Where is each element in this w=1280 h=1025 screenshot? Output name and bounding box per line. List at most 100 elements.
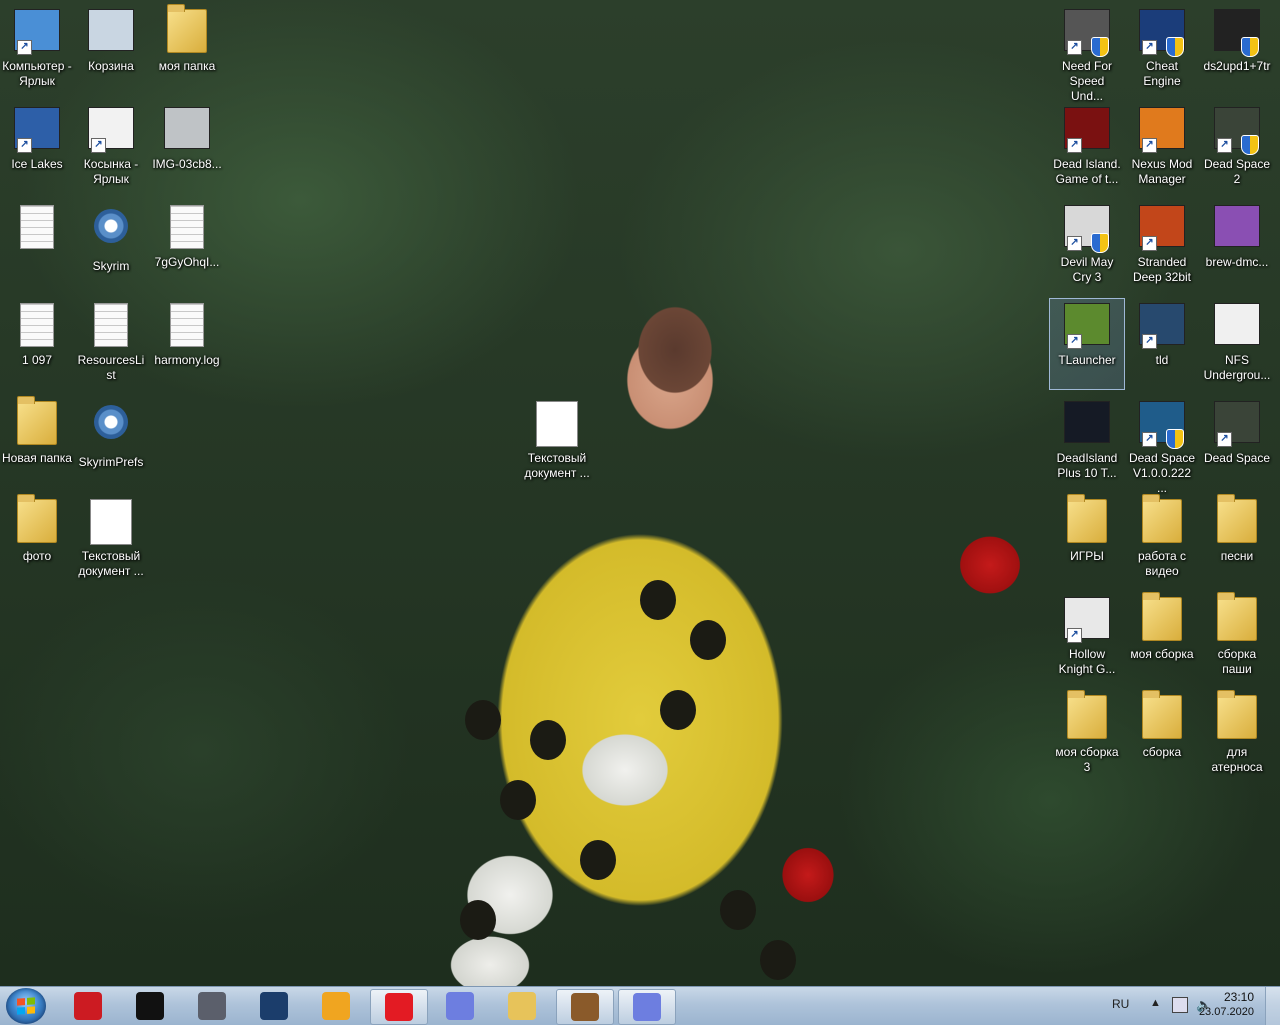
trainer-icon — [1213, 9, 1261, 57]
desktop-icon-tld[interactable]: ↗ tld — [1125, 299, 1199, 389]
desktop-icon-работа-с-видео[interactable]: работа с видео — [1125, 494, 1199, 585]
desktop-icon-need-for-speed-und[interactable]: ↗ Need For Speed Und... — [1050, 5, 1124, 103]
game-icon: ↗ — [13, 107, 61, 155]
desktop-icon-harmony-log[interactable]: harmony.log — [150, 299, 224, 389]
desktop-icon-игры[interactable]: ИГРЫ — [1050, 494, 1124, 585]
system-tray: RU ▲ 🔈 23:10 23.07.2020 — [1100, 987, 1280, 1025]
desktop-icon-deadisland-plus-10-t[interactable]: DeadIsland Plus 10 T... — [1050, 397, 1124, 487]
desktop-icon-сборка-паши[interactable]: сборка паши — [1200, 592, 1274, 683]
desktop-icon-для-атерноса[interactable]: для атерноса — [1200, 690, 1274, 781]
document-icon — [87, 303, 135, 351]
desktop-icon-dead-space-v1-0-0-222[interactable]: ↗ Dead Space V1.0.0.222 ... — [1125, 397, 1199, 495]
desktop-icon-песни[interactable]: песни — [1200, 494, 1274, 585]
shortcut-arrow-icon: ↗ — [1067, 334, 1082, 349]
windows-logo-icon — [17, 997, 35, 1015]
folder-icon — [1213, 592, 1261, 645]
dead-island-trainer-icon — [1063, 401, 1111, 449]
nfs-icon: ↗ — [1063, 9, 1111, 57]
tray-expand-icon[interactable]: ▲ — [1150, 997, 1161, 1009]
taskbar-button-minecraft[interactable] — [556, 989, 614, 1025]
desktop-icon-ds2upd1-7tr[interactable]: ds2upd1+7tr — [1200, 5, 1274, 95]
shortcut-arrow-icon: ↗ — [1067, 138, 1082, 153]
shortcut-arrow-icon: ↗ — [17, 138, 32, 153]
desktop-icon-resourceslist[interactable]: ResourcesList — [74, 299, 148, 389]
network-icon[interactable] — [1172, 997, 1188, 1013]
folder-icon — [1063, 494, 1111, 547]
dead-island-icon: ↗ — [1063, 107, 1111, 155]
desktop-icon-label: Dead Space V1.0.0.222 ... — [1128, 451, 1196, 495]
desktop-icon-label: DeadIsland Plus 10 T... — [1056, 451, 1118, 480]
minecraft-icon: ↗ — [1063, 303, 1111, 351]
desktop-icon-devil-may-cry-3[interactable]: ↗ Devil May Cry 3 — [1050, 201, 1124, 291]
shortcut-arrow-icon: ↗ — [1142, 432, 1157, 447]
show-desktop-button[interactable] — [1265, 987, 1280, 1025]
desktop-icon-компьютер-ярлык[interactable]: ↗ Компьютер - Ярлык — [0, 5, 74, 95]
desktop-icon-label: Текстовый документ ... — [524, 451, 590, 480]
folder-icon — [1138, 690, 1186, 743]
desktop-icon-label: Dead Island. Game of t... — [1053, 157, 1121, 186]
minecraft-icon — [571, 993, 599, 1021]
uac-shield-icon — [1091, 37, 1109, 57]
desktop-icon-ice-lakes[interactable]: ↗ Ice Lakes — [0, 103, 74, 193]
desktop-icon-stranded-deep-32bit[interactable]: ↗ Stranded Deep 32bit — [1125, 201, 1199, 291]
taskbar-button-discord[interactable] — [432, 989, 488, 1023]
desktop-icon-brew-dmc[interactable]: brew-dmc... — [1200, 201, 1274, 291]
clock-date[interactable]: 23.07.2020 — [1199, 1006, 1254, 1018]
desktop-icon-hollow-knight-g[interactable]: ↗ Hollow Knight G... — [1050, 593, 1124, 683]
discord-icon — [633, 993, 661, 1021]
desktop-icon-label: IMG-03cb8... — [152, 157, 222, 171]
taskbar-button-game-app[interactable] — [184, 989, 240, 1023]
desktop-icon-skyrimprefs[interactable]: SkyrimPrefs — [74, 397, 148, 487]
desktop-icon-фото[interactable]: фото — [0, 494, 74, 585]
desktop-icon-моя-сборка-3[interactable]: моя сборка 3 — [1050, 690, 1124, 781]
desktop-icon-7ggyohqi[interactable]: 7gGyOhqI... — [150, 201, 224, 291]
desktop-icon-моя-сборка[interactable]: моя сборка — [1125, 592, 1199, 683]
folder-icon — [13, 494, 61, 547]
desktop-icon-текстовый-документ[interactable]: Текстовый документ ... — [520, 397, 594, 487]
desktop-icon-tlauncher[interactable]: ↗ TLauncher — [1049, 298, 1125, 390]
uac-shield-icon — [1166, 429, 1184, 449]
desktop-icon-dead-space[interactable]: ↗ Dead Space — [1200, 397, 1274, 487]
shortcut-arrow-icon: ↗ — [1067, 628, 1082, 643]
desktop-icon-label: ds2upd1+7tr — [1203, 59, 1271, 73]
taskbar-button-terminal-app[interactable] — [122, 989, 178, 1023]
shortcut-arrow-icon: ↗ — [17, 40, 32, 55]
desktop-icon-dead-space-2[interactable]: ↗ Dead Space 2 — [1200, 103, 1274, 193]
desktop-icon-текстовый-документ[interactable]: Текстовый документ ... — [74, 495, 148, 585]
desktop-icon-1-097[interactable]: 1 097 — [0, 299, 74, 389]
desktop-icon-nfs-undergrou[interactable]: NFS Undergrou... — [1200, 299, 1274, 389]
desktop-icon-корзина[interactable]: Корзина — [74, 5, 148, 95]
document-icon — [163, 303, 211, 351]
desktop-icon-dead-island-game-of-t[interactable]: ↗ Dead Island. Game of t... — [1050, 103, 1124, 193]
taskbar-button-yandex[interactable] — [370, 989, 428, 1025]
desktop-icon-skyrim[interactable]: Skyrim — [74, 201, 148, 291]
start-button[interactable] — [6, 988, 46, 1024]
desktop-icon-моя-папка[interactable]: моя папка — [150, 4, 224, 95]
desktop-icon-label: Skyrim — [92, 259, 130, 273]
taskbar-button-steam[interactable] — [246, 989, 302, 1023]
desktop-icon-новая-папка[interactable]: Новая папка — [0, 396, 74, 487]
shortcut-arrow-icon: ↗ — [1142, 236, 1157, 251]
desktop-icon-nexus-mod-manager[interactable]: ↗ Nexus Mod Manager — [1125, 103, 1199, 193]
steam-icon — [260, 992, 288, 1020]
desktop-icon-cheat-engine[interactable]: ↗ Cheat Engine — [1125, 5, 1199, 95]
desktop-icon-file[interactable] — [0, 201, 74, 291]
language-indicator[interactable]: RU — [1112, 997, 1129, 1011]
desktop-icon-label: ИГРЫ — [1070, 549, 1104, 563]
desktop-icon-img-03cb8[interactable]: IMG-03cb8... — [150, 103, 224, 193]
taskbar-button-discord[interactable] — [618, 989, 676, 1025]
clock-time[interactable]: 23:10 — [1224, 990, 1254, 1004]
taskbar-button-explorer[interactable] — [494, 989, 550, 1023]
shortcut-arrow-icon: ↗ — [1142, 40, 1157, 55]
discord-icon — [446, 992, 474, 1020]
desktop-icon-label: Ice Lakes — [11, 157, 63, 171]
desktop-icon-косынка-ярлык[interactable]: ↗ Косынка - Ярлык — [74, 103, 148, 193]
desktop-icon-label: моя сборка — [1130, 647, 1194, 661]
document-icon — [13, 303, 61, 351]
taskbar-button-duck-app[interactable] — [308, 989, 364, 1023]
taskbar-button-opera[interactable] — [60, 989, 116, 1023]
desktop-icon-label: Stranded Deep 32bit — [1132, 255, 1192, 284]
desktop-icon-сборка[interactable]: сборка — [1125, 690, 1199, 781]
dead-space-icon: ↗ — [1213, 401, 1261, 449]
shortcut-arrow-icon: ↗ — [1142, 138, 1157, 153]
